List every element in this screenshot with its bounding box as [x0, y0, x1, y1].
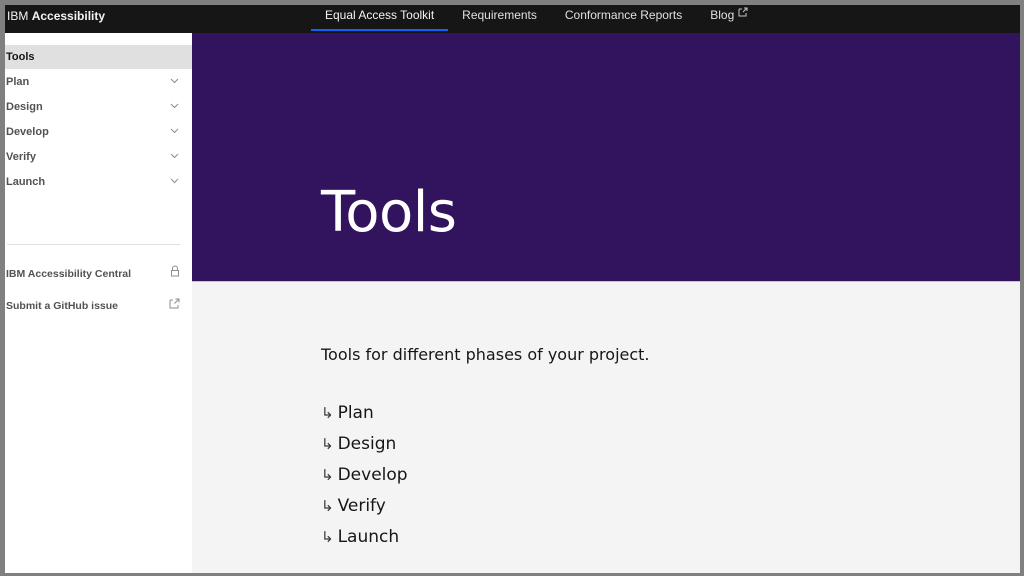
sidebar-item-label: Plan [6, 76, 30, 88]
sidebar-item-develop[interactable]: Develop [5, 120, 192, 144]
nav-label: Requirements [462, 8, 537, 22]
chevron-down-icon [170, 70, 179, 94]
sidebar-link-accessibility-central[interactable]: IBM Accessibility Central [5, 264, 192, 284]
sidebar-item-design[interactable]: Design [5, 95, 192, 119]
chevron-down-icon [170, 120, 179, 144]
hero-banner: Tools [192, 33, 1020, 281]
sidebar-item-label: Verify [6, 151, 36, 163]
sidebar-item-launch[interactable]: Launch [5, 170, 192, 194]
brand-logo[interactable]: IBM Accessibility [7, 8, 105, 24]
phase-link-develop[interactable]: ↳ Develop [321, 464, 408, 495]
phase-link-design[interactable]: ↳ Design [321, 433, 408, 464]
external-link-icon [738, 6, 748, 24]
return-arrow-icon: ↳ [321, 528, 334, 546]
phase-link-verify[interactable]: ↳ Verify [321, 495, 408, 526]
nav-equal-access-toolkit[interactable]: Equal Access Toolkit [311, 5, 449, 33]
chevron-down-icon [170, 145, 179, 169]
sidebar: Tools Plan Design Develop Verify Launch … [5, 33, 192, 573]
browser-viewport: IBM Accessibility Equal Access Toolkit R… [5, 5, 1020, 573]
brand-prefix: IBM [7, 9, 29, 23]
lock-icon [170, 264, 180, 284]
sidebar-item-label: Design [6, 101, 43, 113]
sidebar-item-verify[interactable]: Verify [5, 145, 192, 169]
return-arrow-icon: ↳ [321, 404, 334, 422]
sidebar-link-github-issue[interactable]: Submit a GitHub issue [5, 296, 192, 316]
phase-label: Launch [337, 527, 400, 547]
page-title: Tools [321, 180, 457, 245]
sidebar-link-label: IBM Accessibility Central [6, 268, 132, 280]
nav-requirements[interactable]: Requirements [448, 5, 551, 33]
nav-blog[interactable]: Blog [696, 5, 762, 33]
chevron-down-icon [170, 170, 179, 194]
chevron-down-icon [170, 95, 179, 119]
phase-label: Develop [337, 465, 408, 485]
phase-link-plan[interactable]: ↳ Plan [321, 402, 408, 433]
return-arrow-icon: ↳ [321, 435, 334, 453]
phase-label: Verify [337, 496, 386, 516]
phase-label: Design [337, 434, 397, 454]
nav-label: Blog [710, 8, 735, 22]
sidebar-item-label: Launch [6, 176, 46, 188]
sidebar-item-tools[interactable]: Tools [5, 45, 192, 69]
nav-label: Conformance Reports [564, 8, 683, 22]
top-nav: Equal Access Toolkit Requirements Confor… [311, 5, 762, 33]
sidebar-item-label: Tools [6, 51, 35, 63]
phase-link-launch[interactable]: ↳ Launch [321, 526, 408, 557]
sidebar-link-label: Submit a GitHub issue [6, 300, 119, 312]
nav-label: Equal Access Toolkit [325, 8, 435, 22]
phase-label: Plan [337, 403, 374, 423]
sidebar-divider [7, 244, 180, 245]
main-content: Tools for different phases of your proje… [192, 282, 1020, 573]
phase-list: ↳ Plan ↳ Design ↳ Develop ↳ Verify ↳ Launch [321, 402, 408, 557]
external-link-icon [169, 296, 180, 316]
top-header: IBM Accessibility Equal Access Toolkit R… [5, 5, 1020, 33]
return-arrow-icon: ↳ [321, 497, 334, 515]
nav-conformance-reports[interactable]: Conformance Reports [551, 5, 696, 33]
sidebar-item-label: Develop [6, 126, 49, 138]
intro-text: Tools for different phases of your proje… [321, 345, 650, 364]
sidebar-item-plan[interactable]: Plan [5, 70, 192, 94]
brand-name: Accessibility [31, 9, 106, 23]
return-arrow-icon: ↳ [321, 466, 334, 484]
